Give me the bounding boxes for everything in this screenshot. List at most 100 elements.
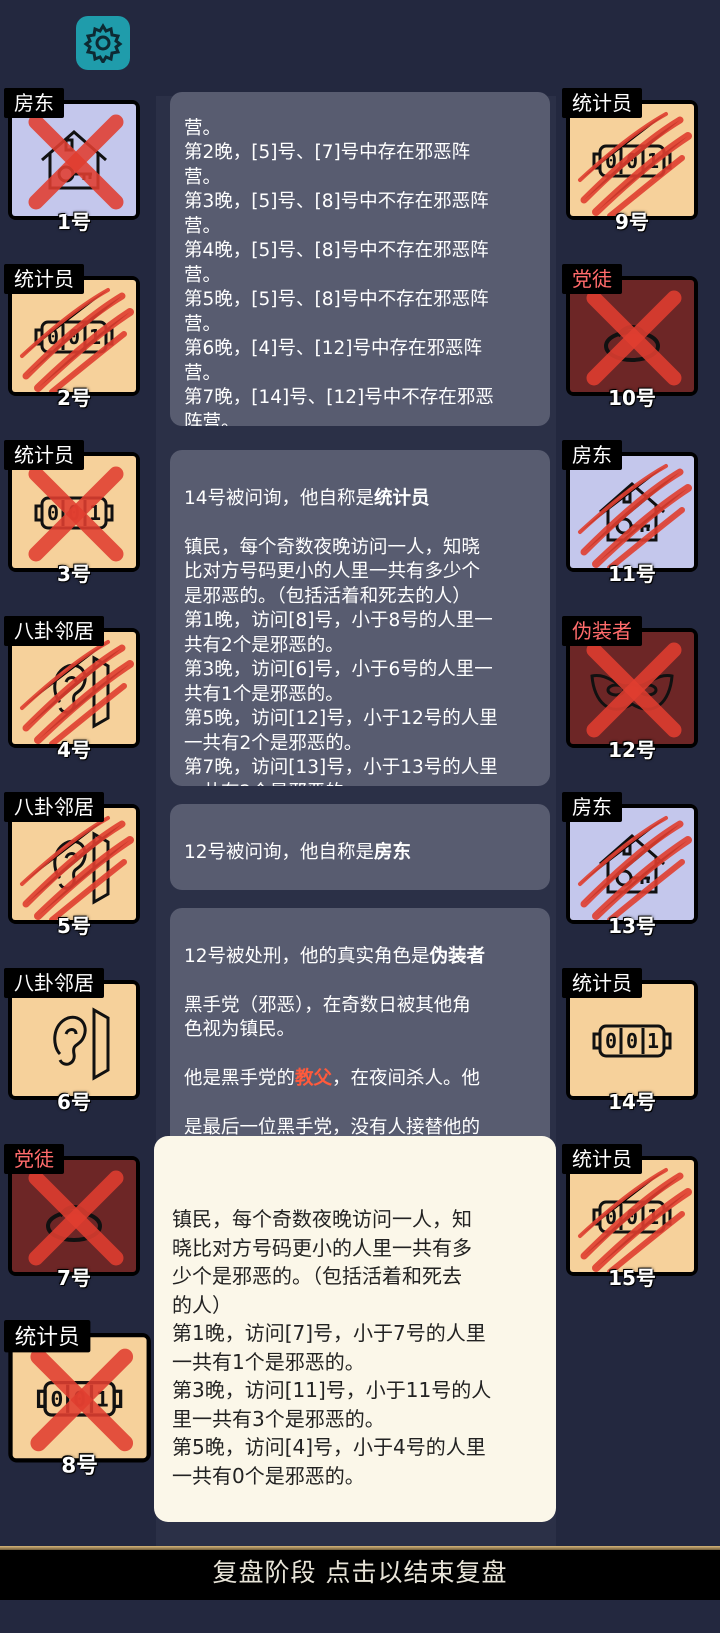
svg-text:1: 1 (647, 1029, 659, 1053)
message-line: 少个是邪恶的。（包括活着和死去 (172, 1264, 462, 1288)
house-icon (578, 816, 692, 920)
role-portrait: 001 (12, 280, 136, 392)
role-label: 八卦邻居 (4, 968, 104, 998)
role-label: 党徒 (4, 1144, 64, 1174)
message-line: 比对方号码更小的人里一共有多少个 (184, 561, 481, 582)
message-line: 一共有0个是邪恶的。 (172, 1463, 365, 1488)
role-label: 八卦邻居 (4, 616, 104, 646)
message-line: 第7晚，[14]号、[12]号中不存在邪恶 (184, 387, 494, 408)
player-card-4[interactable]: 八卦邻居 4号 (4, 616, 144, 762)
counter-icon: 001 (592, 1024, 672, 1058)
counter-icon: 001 (20, 288, 134, 392)
gear-icon (83, 23, 123, 63)
role-portrait (570, 280, 694, 392)
player-number: 15号 (608, 1266, 656, 1290)
message-line: 镇民，每个奇数夜晚访问一人，知 (172, 1207, 472, 1231)
player-number: 7号 (57, 1266, 91, 1290)
message-line: 第5晚，访问[12]号，小于12号的人里 (184, 708, 498, 729)
claimed-role: 统计员 (374, 487, 430, 509)
message-head: 12号被处刑，他的真实角色是 (184, 945, 430, 967)
player-card-10[interactable]: 党徒 10号 (562, 264, 702, 410)
player-card-8[interactable]: 001统计员 8号 (4, 1320, 155, 1478)
role-portrait (12, 632, 136, 744)
role-detail-popup[interactable]: 镇民，每个奇数夜晚访问一人，知 晓比对方号码更小的人里一共有多 少个是邪恶的。（包括… (154, 1136, 556, 1602)
role-label: 伪装者 (562, 616, 642, 646)
claimed-role: 房东 (374, 841, 412, 863)
role-label: 房东 (562, 792, 622, 822)
player-number: 5号 (57, 914, 91, 938)
player-card-7[interactable]: 党徒 7号 (4, 1144, 144, 1290)
role-label: 党徒 (562, 264, 622, 294)
message-line: 镇民，每个奇数夜晚访问一人，知晓 (184, 536, 481, 558)
counter-icon: 001 (28, 466, 124, 562)
ear-icon (20, 640, 134, 744)
player-card-13[interactable]: 房东 13号 (562, 792, 702, 938)
player-card-14[interactable]: 0 0 1 统计员 14号 (562, 968, 702, 1114)
message-line: 共有1个是邪恶的。 (184, 683, 344, 705)
chat-message: 12号被处刑，他的真实角色是伪装者 黑手党（邪恶），在奇数日被其他角 色视为镇民。… (170, 908, 550, 1148)
counter-icon: 001 (578, 1168, 692, 1272)
message-line: 阵营。 (184, 411, 240, 427)
chat-message: 营。 第2晚，[5]号、[7]号中存在邪恶阵 营。 第3晚，[5]号、[8]号中不存在… (170, 92, 550, 426)
message-line: 第1晚，访问[7]号，小于7号的人里 (172, 1321, 486, 1345)
message-line: 一共有1个是邪恶的。 (172, 1349, 365, 1374)
player-card-5[interactable]: 八卦邻居 5号 (4, 792, 144, 938)
player-card-1[interactable]: 房东 1号 (4, 88, 144, 234)
role-portrait (12, 984, 136, 1096)
message-line: 色视为镇民。 (184, 1019, 296, 1040)
message-line: 营。 (184, 362, 222, 384)
end-review-button[interactable]: 复盘阶段 点击以结束复盘 (0, 1546, 720, 1600)
message-line: 共有2个是邪恶的。 (184, 634, 344, 656)
player-number: 9号 (615, 210, 649, 234)
chat-message: 14号被问询，他自称是统计员 镇民，每个奇数夜晚访问一人，知晓 比对方号码更小的人… (170, 450, 550, 786)
counter-icon: 001 (578, 112, 692, 216)
message-line: 中立，被其他角色视为邪恶阵营。 (184, 890, 536, 891)
svg-text:0: 0 (605, 1029, 617, 1053)
player-number: 6号 (57, 1090, 91, 1114)
role-portrait: 001 (570, 1160, 694, 1272)
role-portrait (570, 456, 694, 568)
message-line: 一共有2个是邪恶的。 (184, 732, 363, 754)
role-portrait: 001 (570, 104, 694, 216)
message-line: 是邪恶的。（包括活着和死去的人） (184, 585, 471, 607)
player-card-3[interactable]: 001统计员 3号 (4, 440, 144, 586)
message-line: 营。 (184, 117, 222, 139)
role-portrait (570, 632, 694, 744)
role-label: 统计员 (4, 1320, 91, 1353)
ring-icon (28, 1170, 124, 1266)
player-card-12[interactable]: 伪装者 12号 (562, 616, 702, 762)
ear-icon (53, 1007, 110, 1081)
role-label: 房东 (562, 440, 622, 470)
player-number: 13号 (608, 914, 656, 938)
godfather-label: 教父 (295, 1068, 333, 1089)
role-label: 统计员 (562, 88, 642, 118)
message-head: 14号被问询，他自称是 (184, 487, 375, 509)
message-line: 他是黑手党的 (184, 1068, 296, 1089)
message-line: 的人） (172, 1292, 232, 1317)
role-label: 八卦邻居 (4, 792, 104, 822)
message-line: 黑手党（邪恶），在奇数日被其他角 (184, 994, 471, 1016)
ear-icon (20, 816, 134, 920)
player-card-9[interactable]: 001统计员 9号 (562, 88, 702, 234)
message-line: ，在夜间杀人。他 (332, 1068, 481, 1089)
role-portrait: 001 (12, 456, 136, 568)
role-portrait (12, 104, 136, 216)
message-line: 第1晚，访问[8]号，小于8号的人里一 (184, 610, 493, 631)
role-label: 统计员 (4, 264, 84, 294)
player-card-6[interactable]: 八卦邻居 6号 (4, 968, 144, 1114)
message-line: 晓比对方号码更小的人里一共有多 (172, 1235, 472, 1260)
message-head: 12号被问询，他自称是 (184, 841, 375, 863)
role-label: 统计员 (4, 440, 84, 470)
role-portrait (12, 808, 136, 920)
chat-message: 12号被问询，他自称是房东 中立，被其他角色视为邪恶阵营。 (170, 804, 550, 890)
player-card-2[interactable]: 001统计员 2号 (4, 264, 144, 410)
message-line: 营。 (184, 264, 222, 286)
ring-icon (586, 290, 682, 386)
settings-button[interactable] (76, 16, 130, 70)
role-portrait (12, 1160, 136, 1272)
player-number: 14号 (608, 1090, 656, 1114)
message-line: 一共有2个是邪恶的。 (184, 781, 536, 787)
player-card-11[interactable]: 房东 11号 (562, 440, 702, 586)
player-card-15[interactable]: 001统计员 15号 (562, 1144, 702, 1290)
player-number: 10号 (608, 386, 656, 410)
